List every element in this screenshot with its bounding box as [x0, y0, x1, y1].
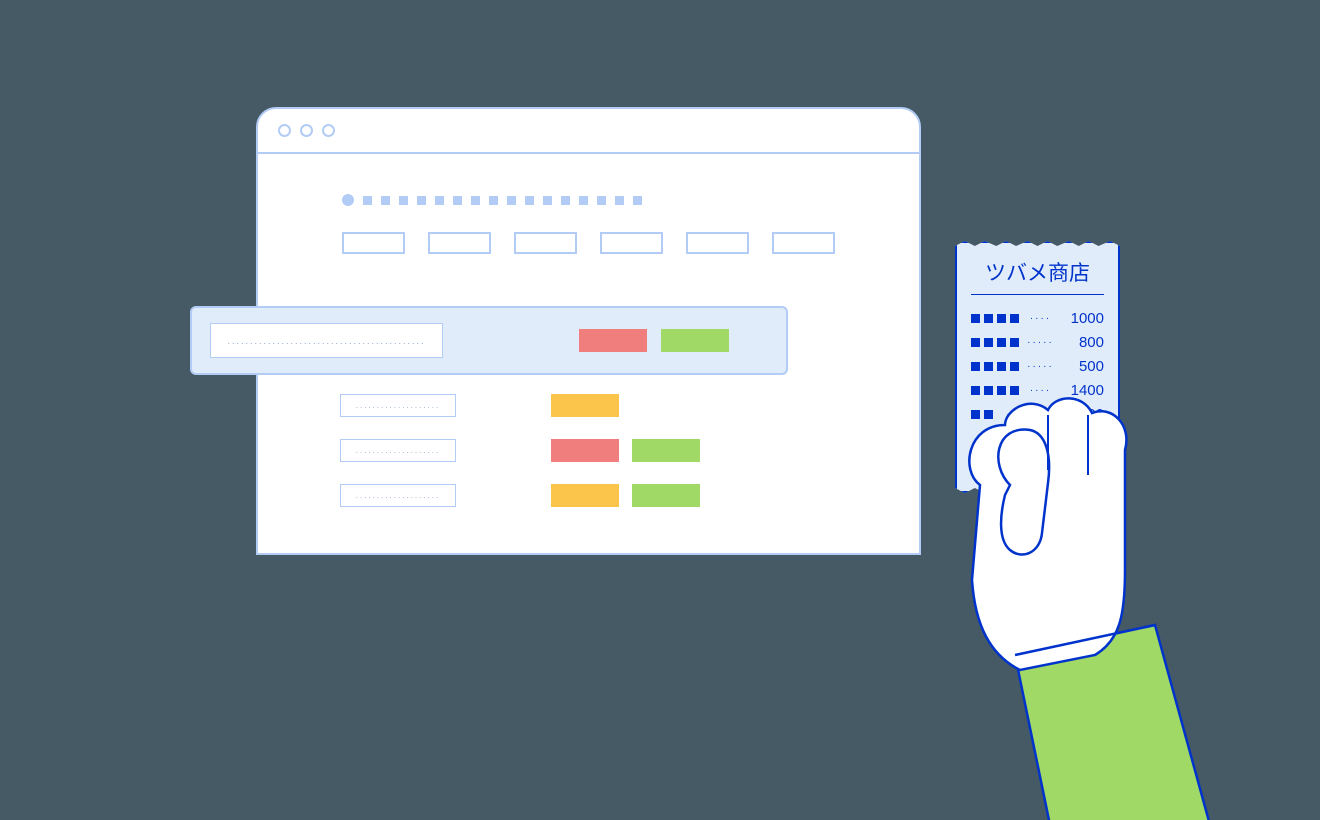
tag-yellow[interactable] [551, 394, 619, 417]
tag-red[interactable] [551, 439, 619, 462]
column-box[interactable] [342, 232, 405, 254]
receipt-line: ····· 800 [971, 330, 1104, 354]
progress-dash [363, 196, 372, 205]
progress-start-dot [342, 194, 354, 206]
tag-yellow[interactable] [551, 484, 619, 507]
window-control-dot[interactable] [322, 124, 335, 137]
data-row[interactable]: .................... [340, 394, 700, 417]
receipt-value: 300 [1062, 406, 1104, 423]
progress-dash [489, 196, 498, 205]
progress-dash [543, 196, 552, 205]
receipt-value: 498 [1062, 454, 1104, 471]
data-rows: .................... ...................… [340, 394, 700, 507]
receipt-line: ··········· 98 [971, 426, 1104, 450]
tag-green[interactable] [632, 439, 700, 462]
receipt: ツバメ商店 ···· 1000 ····· 800 ····· 500 ····… [955, 241, 1120, 493]
progress-dash [507, 196, 516, 205]
data-row[interactable]: .................... [340, 484, 700, 507]
window-control-dot[interactable] [278, 124, 291, 137]
data-row[interactable]: .................... [340, 439, 700, 462]
progress-dash [453, 196, 462, 205]
receipt-line: ·········· 498 [971, 450, 1104, 474]
tag-green[interactable] [632, 484, 700, 507]
receipt-value: 1000 [1062, 310, 1104, 327]
receipt-line: ········ 300 [971, 402, 1104, 426]
column-headers [342, 232, 835, 254]
receipt-value: 1400 [1062, 382, 1104, 399]
tag-green[interactable] [661, 329, 729, 352]
column-box[interactable] [428, 232, 491, 254]
column-box[interactable] [686, 232, 749, 254]
progress-dash [579, 196, 588, 205]
receipt-value: 98 [1062, 430, 1104, 447]
receipt-line: ···· 1400 [971, 378, 1104, 402]
window-control-dot[interactable] [300, 124, 313, 137]
progress-dash [399, 196, 408, 205]
progress-dash [471, 196, 480, 205]
receipt-line: ···· 1000 [971, 306, 1104, 330]
progress-indicator [342, 194, 835, 206]
progress-dash [597, 196, 606, 205]
row-text-input[interactable]: .................... [340, 484, 456, 507]
progress-dash [633, 196, 642, 205]
receipt-title: ツバメ商店 [971, 257, 1104, 295]
receipt-value: 800 [1062, 334, 1104, 351]
row-text-input[interactable]: .................... [340, 394, 456, 417]
progress-dash [561, 196, 570, 205]
tag-red[interactable] [579, 329, 647, 352]
column-box[interactable] [600, 232, 663, 254]
column-box[interactable] [514, 232, 577, 254]
window-titlebar [258, 109, 919, 154]
progress-dash [435, 196, 444, 205]
receipt-line: ····· 500 [971, 354, 1104, 378]
progress-dash [381, 196, 390, 205]
progress-dash [525, 196, 534, 205]
receipt-value: 500 [1062, 358, 1104, 375]
highlighted-text-input[interactable]: ........................................… [210, 323, 443, 358]
progress-dash [417, 196, 426, 205]
row-text-input[interactable]: .................... [340, 439, 456, 462]
highlighted-row[interactable]: ........................................… [190, 306, 788, 375]
column-box[interactable] [772, 232, 835, 254]
progress-dash [615, 196, 624, 205]
